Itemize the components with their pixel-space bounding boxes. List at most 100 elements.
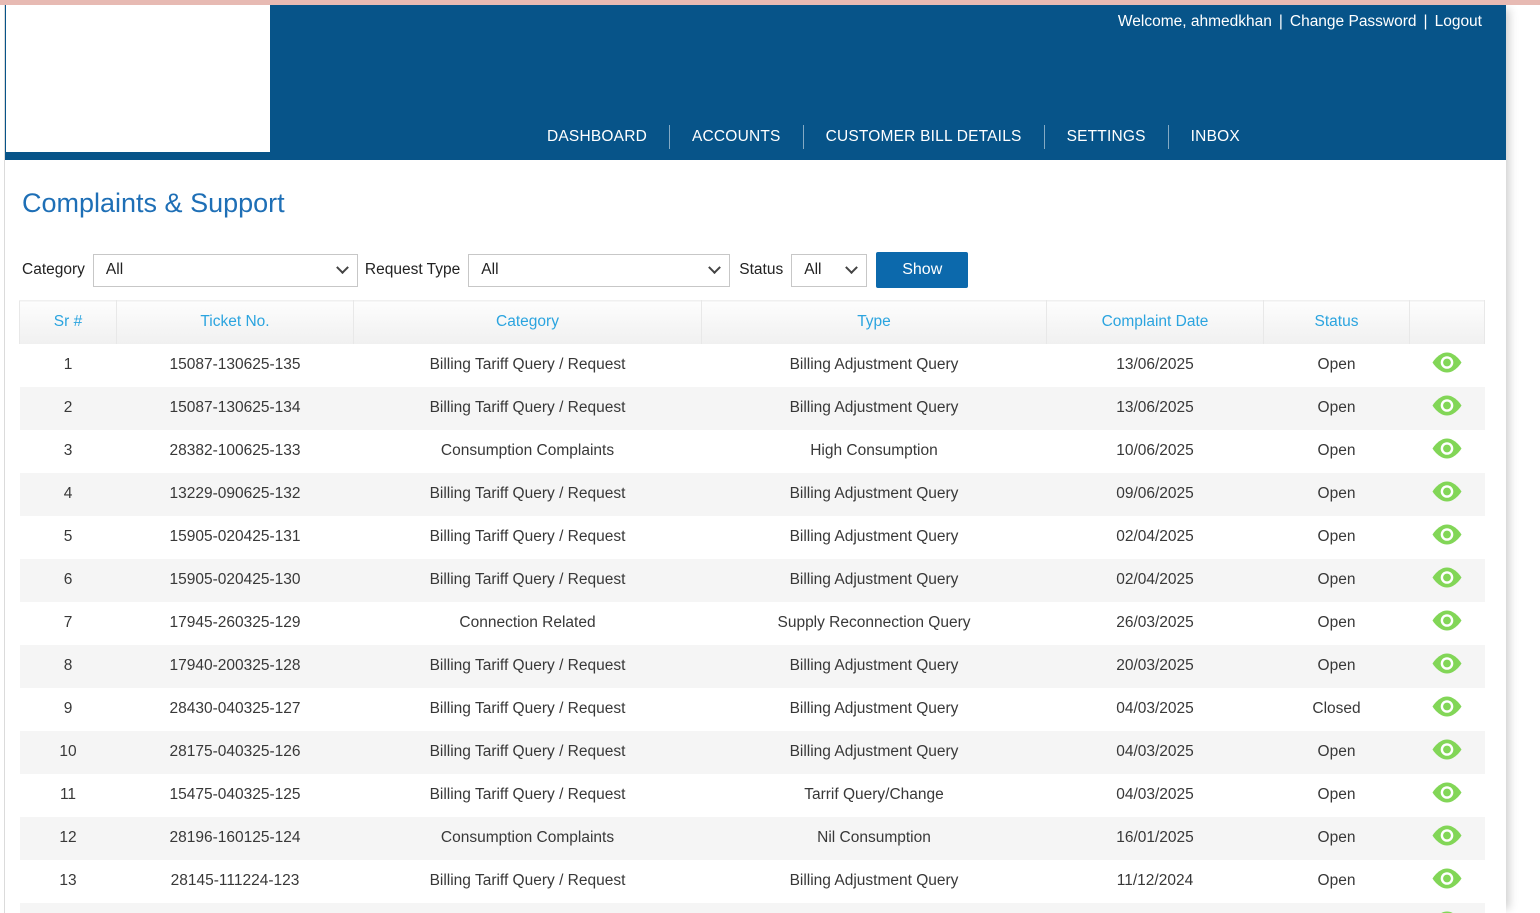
cell-sr: 9 (20, 688, 117, 731)
cell-action (1410, 516, 1485, 559)
cell-status: Closed (1264, 688, 1410, 731)
view-complaint-eye-icon[interactable] (1432, 868, 1462, 889)
cell-sr: 4 (20, 473, 117, 516)
view-complaint-eye-icon[interactable] (1432, 395, 1462, 416)
cell-type: Billing Adjustment Query (702, 344, 1047, 387)
cell-sr: 10 (20, 731, 117, 774)
cell-action (1410, 559, 1485, 602)
cell-date: 02/04/2025 (1047, 559, 1264, 602)
cell-action (1410, 774, 1485, 817)
cell-date: 11/12/2024 (1047, 860, 1264, 903)
cell-sr: 1 (20, 344, 117, 387)
cell-type: Billing Adjustment Query (702, 688, 1047, 731)
view-complaint-eye-icon[interactable] (1432, 782, 1462, 803)
cell-sr: 5 (20, 516, 117, 559)
column-header-date: Complaint Date (1047, 301, 1264, 344)
cell-action (1410, 344, 1485, 387)
table-header-row: Sr #Ticket No.CategoryTypeComplaint Date… (20, 301, 1485, 344)
cell-status: Open (1264, 516, 1410, 559)
cell-date: 13/06/2025 (1047, 387, 1264, 430)
cell-date: 26/03/2025 (1047, 602, 1264, 645)
cell-action (1410, 602, 1485, 645)
topbar-separator: | (1279, 13, 1283, 31)
cell-sr: 13 (20, 860, 117, 903)
table-row: 328382-100625-133Consumption ComplaintsH… (20, 430, 1485, 473)
cell-status: Open (1264, 602, 1410, 645)
cell-type (702, 903, 1047, 913)
top-accent-strip (0, 0, 1540, 5)
cell-type: Nil Consumption (702, 817, 1047, 860)
view-complaint-eye-icon[interactable] (1432, 825, 1462, 846)
view-complaint-eye-icon[interactable] (1432, 610, 1462, 631)
cell-type: High Consumption (702, 430, 1047, 473)
category-selected-value: All (106, 261, 123, 279)
cell-date: 16/01/2025 (1047, 817, 1264, 860)
cell-ticket: 15475-040325-125 (117, 774, 354, 817)
request-type-select[interactable]: All (468, 254, 730, 287)
cell-action (1410, 473, 1485, 516)
cell-ticket: 15905-020425-131 (117, 516, 354, 559)
show-button[interactable]: Show (876, 252, 968, 288)
chevron-down-icon (708, 261, 721, 274)
view-complaint-eye-icon[interactable] (1432, 352, 1462, 373)
cell-category: Billing Tariff Query / Request (354, 516, 702, 559)
nav-item-accounts[interactable]: ACCOUNTS (670, 121, 803, 153)
view-complaint-eye-icon[interactable] (1432, 739, 1462, 760)
cell-type: Billing Adjustment Query (702, 860, 1047, 903)
header-band: Welcome, ahmedkhan | Change Password | L… (5, 5, 1506, 160)
cell-category: Billing Tariff Query / Request (354, 774, 702, 817)
cell-sr: 12 (20, 817, 117, 860)
view-complaint-eye-icon[interactable] (1432, 567, 1462, 588)
cell-action (1410, 645, 1485, 688)
logout-link[interactable]: Logout (1435, 13, 1482, 31)
cell-category: Billing Tariff Query / Request (354, 559, 702, 602)
cell-date: 20/03/2025 (1047, 645, 1264, 688)
column-header-status: Status (1264, 301, 1410, 344)
cell-type: Billing Adjustment Query (702, 559, 1047, 602)
cell-status: Open (1264, 430, 1410, 473)
table-row: 1328145-111224-123Billing Tariff Query /… (20, 860, 1485, 903)
cell-type: Billing Adjustment Query (702, 645, 1047, 688)
cell-status: Open (1264, 860, 1410, 903)
page-container: Welcome, ahmedkhan | Change Password | L… (4, 5, 1506, 913)
view-complaint-eye-icon[interactable] (1432, 653, 1462, 674)
cell-category: Billing Tariff Query / Request (354, 731, 702, 774)
column-header-category: Category (354, 301, 702, 344)
status-select[interactable]: All (791, 254, 867, 287)
request-type-selected-value: All (481, 261, 498, 279)
main-content: Complaints & Support Category All Reques… (5, 160, 1506, 913)
cell-ticket: 15905-020425-130 (117, 559, 354, 602)
cell-action (1410, 817, 1485, 860)
view-complaint-eye-icon[interactable] (1432, 438, 1462, 459)
cell-ticket: 15087-130625-134 (117, 387, 354, 430)
view-complaint-eye-icon[interactable] (1432, 696, 1462, 717)
cell-sr: 2 (20, 387, 117, 430)
nav-item-customer-bill-details[interactable]: CUSTOMER BILL DETAILS (804, 121, 1044, 153)
cell-type: Billing Adjustment Query (702, 516, 1047, 559)
table-row: 817940-200325-128Billing Tariff Query / … (20, 645, 1485, 688)
nav-item-dashboard[interactable]: DASHBOARD (525, 121, 669, 153)
cell-category: Billing Tariff Query / Request (354, 344, 702, 387)
nav-item-settings[interactable]: SETTINGS (1045, 121, 1168, 153)
column-header-ticket: Ticket No. (117, 301, 354, 344)
nav-item-inbox[interactable]: INBOX (1169, 121, 1262, 153)
table-row (20, 903, 1485, 913)
cell-ticket: 17940-200325-128 (117, 645, 354, 688)
category-select[interactable]: All (93, 254, 358, 287)
cell-date: 09/06/2025 (1047, 473, 1264, 516)
view-complaint-eye-icon[interactable] (1432, 524, 1462, 545)
cell-ticket: 28196-160125-124 (117, 817, 354, 860)
cell-type: Tarrif Query/Change (702, 774, 1047, 817)
cell-sr: 8 (20, 645, 117, 688)
table-row: 928430-040325-127Billing Tariff Query / … (20, 688, 1485, 731)
status-selected-value: All (804, 261, 821, 279)
status-label: Status (739, 261, 783, 279)
table-row: 1028175-040325-126Billing Tariff Query /… (20, 731, 1485, 774)
change-password-link[interactable]: Change Password (1290, 13, 1417, 31)
cell-category: Consumption Complaints (354, 817, 702, 860)
view-complaint-eye-icon[interactable] (1432, 481, 1462, 502)
user-topbar: Welcome, ahmedkhan | Change Password | L… (1118, 13, 1482, 31)
cell-type: Supply Reconnection Query (702, 602, 1047, 645)
cell-status: Open (1264, 344, 1410, 387)
category-label: Category (22, 261, 85, 279)
